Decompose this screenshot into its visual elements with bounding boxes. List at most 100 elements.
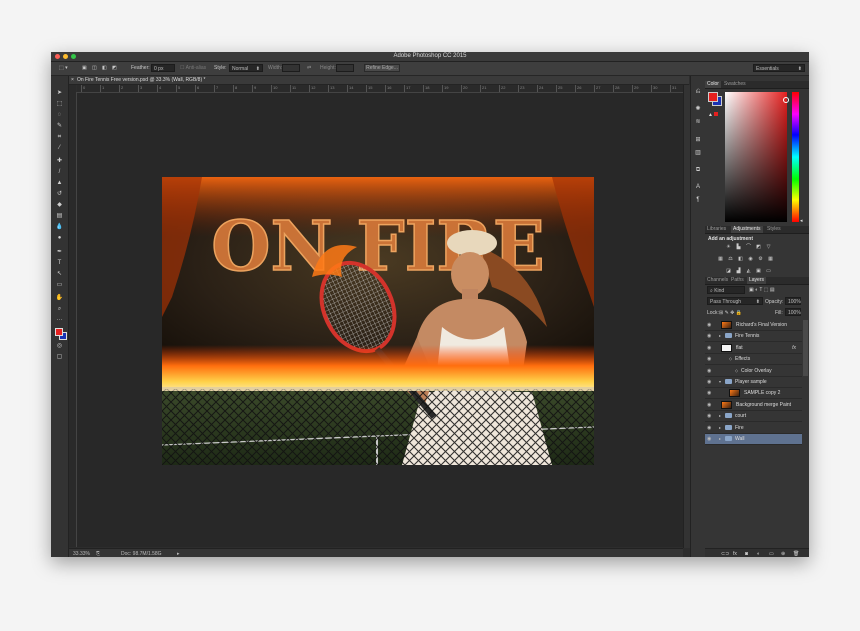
marquee-tool-preset-icon[interactable]: ⬚ ▾	[59, 65, 68, 72]
height-input[interactable]	[336, 64, 354, 72]
layer-row[interactable]: ◉ ▸ Fire Tennis	[705, 331, 802, 343]
paragraph-panel-icon[interactable]: ¶	[694, 196, 702, 204]
close-icon[interactable]: ×	[71, 77, 74, 83]
layer-row[interactable]: ◉ Richard's Final Version	[705, 320, 802, 331]
history-panel-icon[interactable]: ⎌	[694, 88, 702, 96]
new-layer-icon[interactable]: ⊕	[781, 551, 785, 557]
tab-paths[interactable]: Paths	[729, 277, 746, 284]
layer-fx-badge[interactable]: fx	[792, 345, 796, 351]
tab-adjustments[interactable]: Adjustments	[731, 226, 763, 233]
document-tab[interactable]: × On Fire Tennis Free version.psd @ 33.3…	[69, 76, 689, 85]
effect-eye-icon[interactable]: ◇	[729, 356, 732, 361]
delete-layer-icon[interactable]: 🗑	[793, 551, 799, 557]
more-tools-icon[interactable]: ···	[55, 316, 64, 324]
gradient-tool-icon[interactable]: ▤	[55, 212, 64, 220]
layer-row[interactable]: ◉ ◇ Color Overlay	[705, 366, 802, 377]
hue-slider-handle-icon[interactable]: ◂	[800, 218, 803, 224]
black-white-icon[interactable]: ◧	[737, 256, 744, 262]
threshold-icon[interactable]: ◭	[745, 268, 752, 274]
marquee-tool-icon[interactable]: ⬚	[55, 100, 64, 108]
dodge-tool-icon[interactable]: ●	[55, 234, 64, 242]
visibility-eye-icon[interactable]: ◉	[707, 436, 711, 442]
color-field[interactable]	[725, 92, 787, 222]
character-panel-icon[interactable]: A	[694, 183, 702, 191]
new-selection-icon[interactable]: ▣	[82, 65, 87, 72]
horizontal-ruler[interactable]: 0 1 2 3 4 5 6 7 8 9 10 11 12 13 14 15 16 17 18 19 20 21 22 23 24…	[77, 85, 683, 93]
quick-select-tool-icon[interactable]: ✎	[55, 122, 64, 130]
exposure-icon[interactable]: ◩	[755, 244, 762, 250]
status-menu-arrow-icon[interactable]: ▸	[177, 551, 180, 557]
invert-icon[interactable]: ◪	[725, 268, 732, 274]
hand-tool-icon[interactable]: ✋	[55, 294, 64, 302]
tab-libraries[interactable]: Libraries	[705, 226, 728, 233]
hue-saturation-icon[interactable]: ▦	[717, 256, 724, 262]
properties-panel-icon[interactable]: ✺	[694, 105, 702, 113]
new-adjustment-icon[interactable]: ◐	[757, 551, 760, 557]
subtract-selection-icon[interactable]: ◧	[102, 65, 107, 72]
levels-icon[interactable]: ▙	[735, 244, 742, 250]
intersect-selection-icon[interactable]: ◩	[112, 65, 117, 72]
style-select[interactable]: Normal ⬍	[229, 64, 263, 72]
layer-filter-select[interactable]: ⌕ Kind	[707, 286, 745, 294]
color-balance-icon[interactable]: ⚖	[727, 256, 734, 262]
tab-channels[interactable]: Channels	[705, 277, 730, 284]
ruler-origin[interactable]	[69, 85, 76, 92]
layer-row[interactable]: ◉ ▸ court	[705, 411, 802, 423]
visibility-eye-icon[interactable]: ◉	[707, 322, 711, 328]
blend-mode-select[interactable]: Pass Through ⬍	[707, 297, 763, 305]
posterize-icon[interactable]: ▟	[735, 268, 742, 274]
export-icon[interactable]: ⎘	[96, 551, 100, 557]
opacity-input[interactable]: 100%	[785, 297, 801, 305]
feather-input[interactable]: 0 px	[151, 64, 175, 72]
refine-edge-button[interactable]: Refine Edge...	[364, 64, 400, 72]
path-select-tool-icon[interactable]: ↖	[55, 270, 64, 278]
zoom-tool-icon[interactable]: ⌕	[55, 305, 64, 313]
foreground-color-swatch[interactable]	[55, 328, 63, 336]
document-info[interactable]: Doc: 98.7M/1.58G	[121, 551, 162, 557]
eyedropper-tool-icon[interactable]: ⁄	[55, 144, 64, 152]
filter-pixel-icon[interactable]: ▣ ◐ T ⬚ ▤	[749, 287, 775, 293]
layer-row[interactable]: ◉ ▸ Wall	[705, 434, 802, 445]
tab-styles[interactable]: Styles	[765, 226, 783, 233]
layer-mask-icon[interactable]: ◙	[745, 551, 748, 557]
move-tool-icon[interactable]: ➤	[55, 89, 64, 97]
disclosure-arrow-icon[interactable]: ▸	[719, 413, 721, 418]
visibility-eye-icon[interactable]: ◉	[707, 356, 711, 362]
layer-row[interactable]: ◉ SAMPLE copy 2	[705, 388, 802, 400]
healing-brush-tool-icon[interactable]: ✚	[55, 157, 64, 165]
lasso-tool-icon[interactable]: ◌	[55, 111, 64, 119]
add-selection-icon[interactable]: ◫	[92, 65, 97, 72]
selective-color-icon[interactable]: ▣	[755, 268, 762, 274]
brush-presets-icon[interactable]: ≋	[694, 118, 702, 126]
new-group-icon[interactable]: ▭	[769, 551, 774, 557]
color-lookup-icon[interactable]: ▦	[767, 256, 774, 262]
disclosure-arrow-icon[interactable]: ▸	[719, 425, 721, 430]
visibility-eye-icon[interactable]: ◉	[707, 345, 711, 351]
color-picker-marker[interactable]	[783, 97, 789, 103]
artwork-image[interactable]: ON FIRE	[162, 177, 594, 465]
navigator-icon[interactable]: ⧉	[694, 166, 702, 174]
layer-row[interactable]: ◉ Background merge Paint	[705, 400, 802, 411]
shape-tool-icon[interactable]: ▭	[55, 281, 64, 289]
workspace-select[interactable]: Essentials ⬍	[753, 64, 805, 72]
eraser-tool-icon[interactable]: ◆	[55, 201, 64, 209]
quick-mask-icon[interactable]: ◎	[55, 342, 64, 350]
width-input[interactable]	[282, 64, 300, 72]
effect-eye-icon[interactable]: ◇	[735, 368, 738, 373]
vertical-scrollbar[interactable]	[683, 85, 690, 548]
vibrance-icon[interactable]: ▽	[765, 244, 772, 250]
layers-scrollbar[interactable]	[803, 320, 808, 376]
disclosure-arrow-icon[interactable]: ▾	[719, 379, 721, 384]
hue-slider[interactable]	[792, 92, 799, 222]
visibility-eye-icon[interactable]: ◉	[707, 402, 711, 408]
swap-icon[interactable]: ⇄	[307, 65, 311, 72]
history-brush-tool-icon[interactable]: ↺	[55, 190, 64, 198]
brush-tool-icon[interactable]: /	[55, 168, 64, 176]
channel-mixer-icon[interactable]: ⚙	[757, 256, 764, 262]
disclosure-arrow-icon[interactable]: ▸	[719, 436, 721, 441]
visibility-eye-icon[interactable]: ◉	[707, 379, 711, 385]
brightness-icon[interactable]: ☀	[725, 244, 732, 250]
layer-row[interactable]: ◉ ▾ Player sample	[705, 377, 802, 388]
type-tool-icon[interactable]: T	[55, 259, 64, 267]
visibility-eye-icon[interactable]: ◉	[707, 425, 711, 431]
